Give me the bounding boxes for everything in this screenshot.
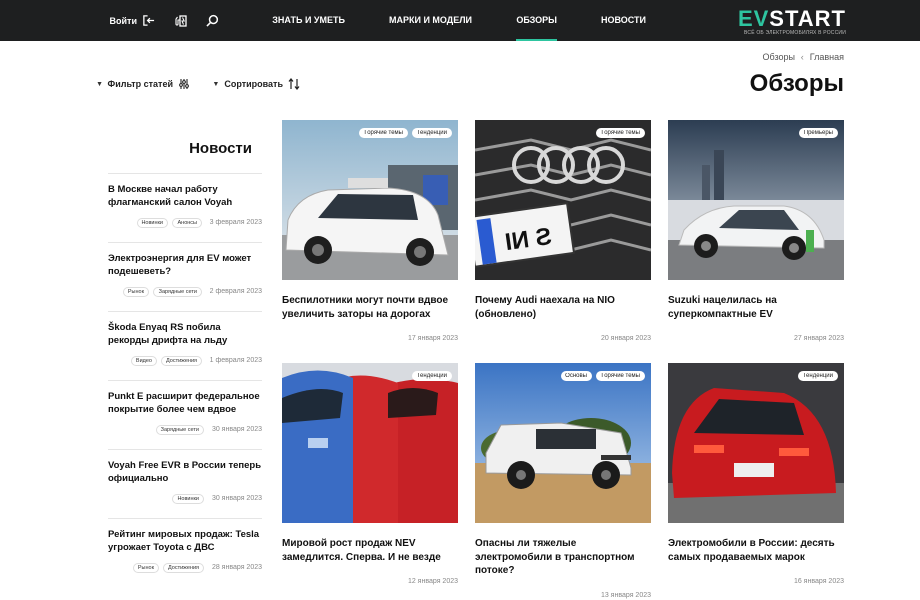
nav-item-1[interactable]: Новости xyxy=(601,0,646,41)
news-tag[interactable]: Видео xyxy=(130,355,157,366)
news-tag[interactable]: Зарядные сети xyxy=(155,424,204,435)
article-image: Тенденции xyxy=(282,363,458,523)
news-tag[interactable]: Зарядные сети xyxy=(153,286,202,297)
article-title[interactable]: Мировой рост продаж NEV замедлится. Спер… xyxy=(282,537,458,564)
article-card[interactable]: Премьеры Suzuki нацелилась на суперкомпа… xyxy=(668,120,844,342)
news-date: 30 января 2023 xyxy=(211,426,262,434)
news-tag[interactable]: Новинки xyxy=(172,493,204,504)
filter-dropdown[interactable]: Фильтр статей ▼ xyxy=(96,78,190,90)
sort-icon xyxy=(288,78,300,90)
header-actions: Войти xyxy=(110,0,220,41)
filter-icon xyxy=(178,78,190,90)
breadcrumb-separator: › xyxy=(800,52,804,62)
toolbar: Сортировать ▼ Фильтр статей ▼ xyxy=(74,78,300,90)
nav-item-3[interactable]: Марки и модели xyxy=(389,0,472,41)
news-tag[interactable]: Достижения xyxy=(162,562,204,573)
login-icon xyxy=(142,14,156,28)
article-tag[interactable]: Премьеры xyxy=(798,128,838,138)
news-list-item[interactable]: Voyah Free EVR в России теперь официальн… xyxy=(108,449,262,518)
article-title[interactable]: Электромобили в России: десять самых про… xyxy=(668,537,844,564)
news-title[interactable]: Электроэнергия для EV может подешеветь? xyxy=(108,253,262,279)
article-date: 17 января 2023 xyxy=(407,335,458,342)
news-date: 2 февраля 2023 xyxy=(209,288,262,296)
nav-item-4[interactable]: Знать и уметь xyxy=(273,0,346,41)
news-list-item[interactable]: Škoda Enyaq RS побила рекорды дрифта на … xyxy=(108,311,262,380)
article-image: Тенденции xyxy=(668,363,844,523)
news-date: 1 февраля 2023 xyxy=(209,357,262,365)
news-tag[interactable]: Достижения xyxy=(160,355,202,366)
breadcrumb-current: Обзоры xyxy=(762,52,795,62)
article-card[interactable]: Тенденции Мировой рост продаж NEV замедл… xyxy=(282,363,458,585)
news-date: 28 января 2023 xyxy=(211,564,262,572)
login-button[interactable]: Войти xyxy=(110,14,156,28)
news-tag[interactable]: Анонсы xyxy=(172,217,202,228)
article-title[interactable]: Опасны ли тяжелые электромобили в трансп… xyxy=(475,537,651,578)
article-card[interactable]: S NI Горячие темы Почему Audi наехала на… xyxy=(475,120,651,342)
article-image: Горячие темы Основы xyxy=(475,363,651,523)
news-list-item[interactable]: Рейтинг мировых продаж: Tesla угрожает T… xyxy=(108,518,262,587)
breadcrumb-home-link[interactable]: Главная xyxy=(810,52,844,62)
news-list-item[interactable]: Электроэнергия для EV может подешеветь? 2… xyxy=(108,242,262,311)
article-date: 16 января 2023 xyxy=(793,578,844,585)
page-title: Обзоры xyxy=(749,70,844,97)
charging-station-icon[interactable] xyxy=(174,14,188,28)
article-tag[interactable]: Основы xyxy=(560,371,593,381)
chevron-down-icon: ▼ xyxy=(212,80,220,88)
search-icon[interactable] xyxy=(206,14,220,28)
news-meta: 1 февраля 2023 Достижения Видео xyxy=(108,355,262,366)
news-meta: 30 января 2023 Зарядные сети xyxy=(108,424,262,435)
news-meta: 3 февраля 2023 Анонсы Новинки xyxy=(108,217,262,228)
article-card[interactable]: Тенденции Электромобили в России: десять… xyxy=(668,363,844,585)
article-image: Тенденции Горячие темы xyxy=(282,120,458,280)
breadcrumb: Главная › Обзоры xyxy=(762,52,844,62)
news-tag[interactable]: Рынок xyxy=(123,286,150,297)
article-image: Премьеры xyxy=(668,120,844,280)
article-date: 12 января 2023 xyxy=(407,578,458,585)
news-list-item[interactable]: Punkt E расширит федеральное покрытие бо… xyxy=(108,380,262,449)
article-date: 27 января 2023 xyxy=(793,335,844,342)
news-date: 3 февраля 2023 xyxy=(209,219,262,227)
site-logo[interactable]: EVSTART ВСЁ ОБ ЭЛЕКТРОМОБИЛЯХ В РОССИИ xyxy=(738,6,846,36)
news-tag[interactable]: Новинки xyxy=(136,217,169,228)
top-navbar: EVSTART ВСЁ ОБ ЭЛЕКТРОМОБИЛЯХ В РОССИИ Н… xyxy=(0,0,920,41)
news-title[interactable]: Voyah Free EVR в России теперь официальн… xyxy=(108,460,262,486)
article-title[interactable]: Suzuki нацелилась на суперкомпактные EV xyxy=(668,294,844,321)
article-image: S NI Горячие темы xyxy=(475,120,651,280)
news-tag[interactable]: Рынок xyxy=(132,562,159,573)
page: EVSTART ВСЁ ОБ ЭЛЕКТРОМОБИЛЯХ В РОССИИ Н… xyxy=(0,0,920,600)
article-tag[interactable]: Горячие темы xyxy=(359,128,408,138)
nav-item-2[interactable]: Обзоры xyxy=(516,0,557,41)
news-meta: 28 января 2023 Достижения Рынок xyxy=(108,562,262,573)
news-meta: 2 февраля 2023 Зарядные сети Рынок xyxy=(108,286,262,297)
news-title[interactable]: Punkt E расширит федеральное покрытие бо… xyxy=(108,391,262,417)
article-date: 13 января 2023 xyxy=(600,591,651,599)
sort-dropdown[interactable]: Сортировать ▼ xyxy=(212,78,300,90)
article-title[interactable]: Беспилотники могут почти вдвое увеличить… xyxy=(282,294,458,321)
news-date: 30 января 2023 xyxy=(211,495,262,503)
article-card[interactable]: Горячие темы Основы Опасны ли тяжелые эл… xyxy=(475,363,651,599)
news-list-item[interactable]: В Москве начал работу флагманский салон … xyxy=(108,173,262,242)
main-nav: Новости Обзоры Марки и модели Знать и уметь xyxy=(229,0,646,41)
news-title[interactable]: В Москве начал работу флагманский салон … xyxy=(108,184,262,210)
article-tag[interactable]: Тенденции xyxy=(797,371,838,381)
article-title[interactable]: Почему Audi наехала на NIO (обновлено) xyxy=(475,294,651,321)
news-sidebar: Новости В Москве начал работу флагмански… xyxy=(108,140,262,587)
news-title[interactable]: Škoda Enyaq RS побила рекорды дрифта на … xyxy=(108,322,262,348)
article-tag[interactable]: Тенденции xyxy=(411,371,452,381)
article-tag[interactable]: Горячие темы xyxy=(596,128,645,138)
article-date: 20 января 2023 xyxy=(600,335,651,342)
sidebar-title: Новости xyxy=(189,140,252,157)
news-meta: 30 января 2023 Новинки xyxy=(108,493,262,504)
chevron-down-icon: ▼ xyxy=(96,80,103,88)
article-tag[interactable]: Тенденции xyxy=(411,128,452,138)
news-title[interactable]: Рейтинг мировых продаж: Tesla угрожает T… xyxy=(108,529,262,555)
article-card[interactable]: Тенденции Горячие темы Беспилотники могу… xyxy=(282,120,458,342)
article-tag[interactable]: Горячие темы xyxy=(596,371,645,381)
